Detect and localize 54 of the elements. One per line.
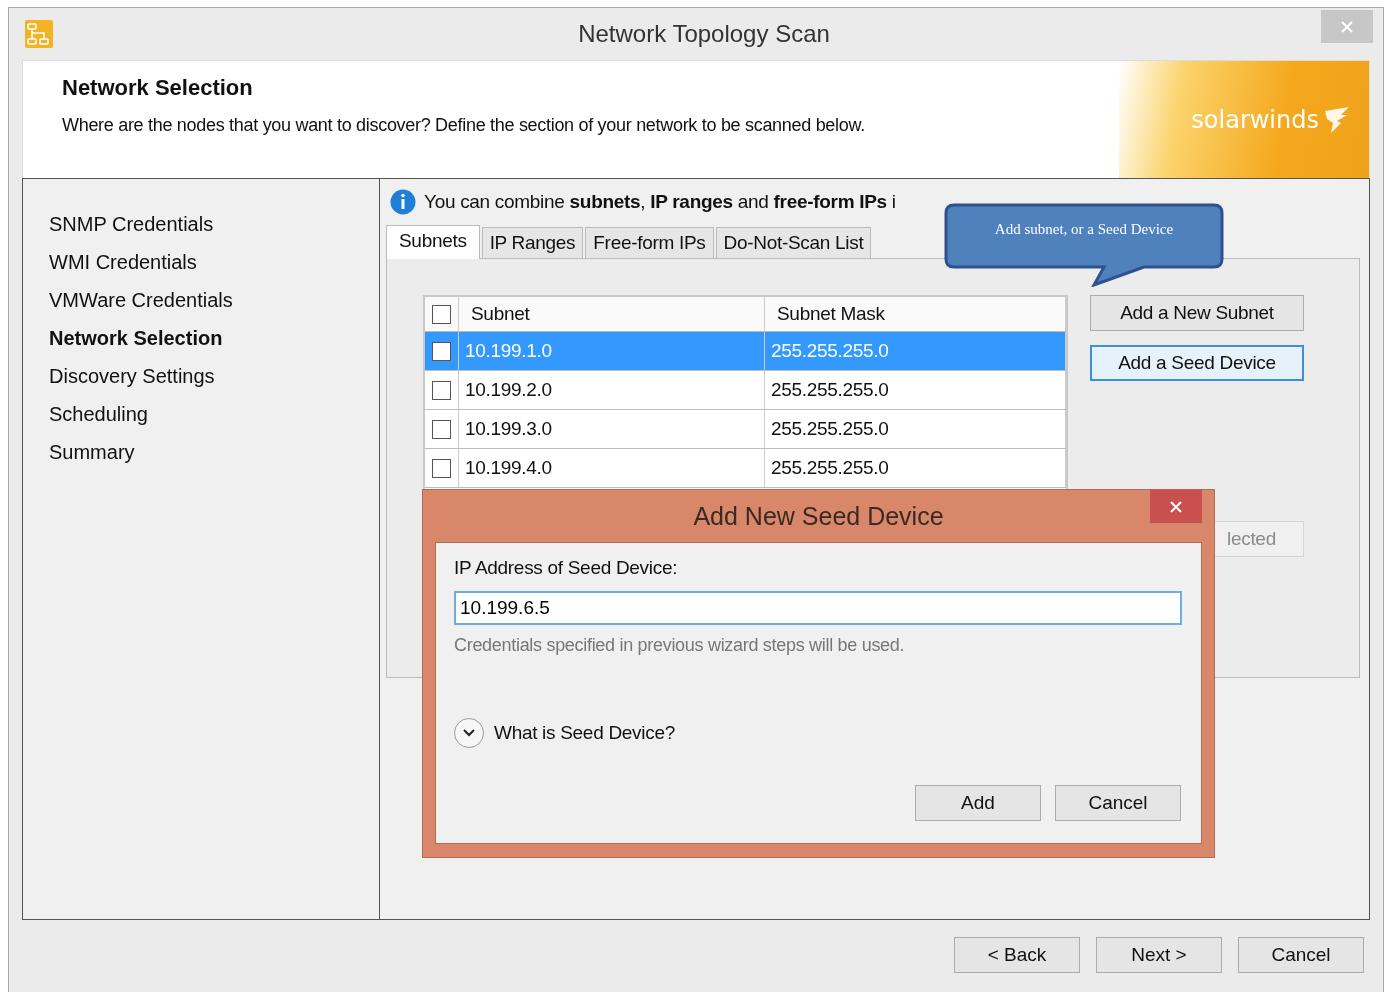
wizard-button[interactable]: Next > <box>1096 937 1222 973</box>
checkbox[interactable] <box>432 380 451 400</box>
wizard-button[interactable]: Cancel <box>1238 937 1364 973</box>
close-icon <box>1169 499 1183 514</box>
table-row[interactable]: 10.199.3.0 255.255.255.0 <box>425 410 1066 449</box>
sidebar-item[interactable]: VMWare Credentials <box>49 289 379 327</box>
table-cell: 255.255.255.0 <box>765 449 1066 487</box>
window-title: Network Topology Scan <box>577 20 831 48</box>
column-header[interactable]: Subnet Mask <box>765 297 1066 331</box>
chevron-icon <box>463 729 475 737</box>
table-cell: 255.255.255.0 <box>765 332 1066 370</box>
logo-text: solarwinds <box>1191 105 1319 134</box>
table-cell: 10.199.3.0 <box>459 410 765 448</box>
table-cell: 10.199.4.0 <box>459 449 765 487</box>
page-description: Where are the nodes that you want to discover? Define the section of your network to be scanned below. <box>62 115 866 136</box>
expander-label[interactable]: What is Seed Device? <box>494 722 675 744</box>
table-cell: 10.199.2.0 <box>459 371 765 409</box>
tab[interactable]: Subnets <box>386 225 480 259</box>
network-diagram-icon <box>25 20 53 48</box>
field-label: IP Address of Seed Device: <box>454 557 679 579</box>
info-text: You can combine subnets, IP ranges and free-form IPs i <box>424 191 896 213</box>
sidebar-item[interactable]: Summary <box>49 441 379 479</box>
sidebar-item[interactable]: WMI Credentials <box>49 251 379 289</box>
column-header[interactable]: Subnet <box>459 297 765 331</box>
table-row[interactable]: 10.199.4.0 255.255.255.0 <box>425 449 1066 488</box>
hint-text: Credentials specified in previous wizard steps will be used. <box>454 635 906 656</box>
tab[interactable]: IP Ranges <box>481 227 584 258</box>
sidebar-item[interactable]: Network Selection <box>49 327 379 365</box>
sidebar-item[interactable]: Discovery Settings <box>49 365 379 403</box>
dialog-button[interactable]: Cancel <box>1055 785 1181 821</box>
tab[interactable]: Free-form IPs <box>585 227 714 258</box>
input-field[interactable]: 10.199.6.5 <box>454 591 1182 625</box>
checkbox[interactable] <box>432 341 451 361</box>
table-row[interactable]: 10.199.2.0 255.255.255.0 <box>425 371 1066 410</box>
checkbox[interactable] <box>432 304 451 324</box>
close-icon <box>1340 19 1354 34</box>
table-cell: 255.255.255.0 <box>765 371 1066 409</box>
dialog-title: Add New Seed Device <box>693 501 944 531</box>
sidebar-item[interactable]: Scheduling <box>49 403 379 441</box>
action-button[interactable]: Add a Seed Device <box>1090 345 1304 381</box>
checkbox[interactable] <box>432 458 451 478</box>
page-title: Network Selection <box>62 75 254 101</box>
checkbox[interactable] <box>432 419 451 439</box>
table-cell: 255.255.255.0 <box>765 410 1066 448</box>
callout-tooltip: Add subnet, or a Seed Device <box>944 203 1224 287</box>
sidebar-item[interactable]: SNMP Credentials <box>49 213 379 251</box>
expand-button[interactable] <box>454 718 484 748</box>
table-cell: 10.199.1.0 <box>459 332 765 370</box>
tab[interactable]: Do-Not-Scan List <box>715 227 872 258</box>
info-icon <box>390 189 416 215</box>
close-button[interactable] <box>1150 490 1202 523</box>
action-button[interactable]: Add a New Subnet <box>1090 295 1304 331</box>
dialog-button[interactable]: Add <box>915 785 1041 821</box>
wizard-button[interactable]: < Back <box>954 937 1080 973</box>
